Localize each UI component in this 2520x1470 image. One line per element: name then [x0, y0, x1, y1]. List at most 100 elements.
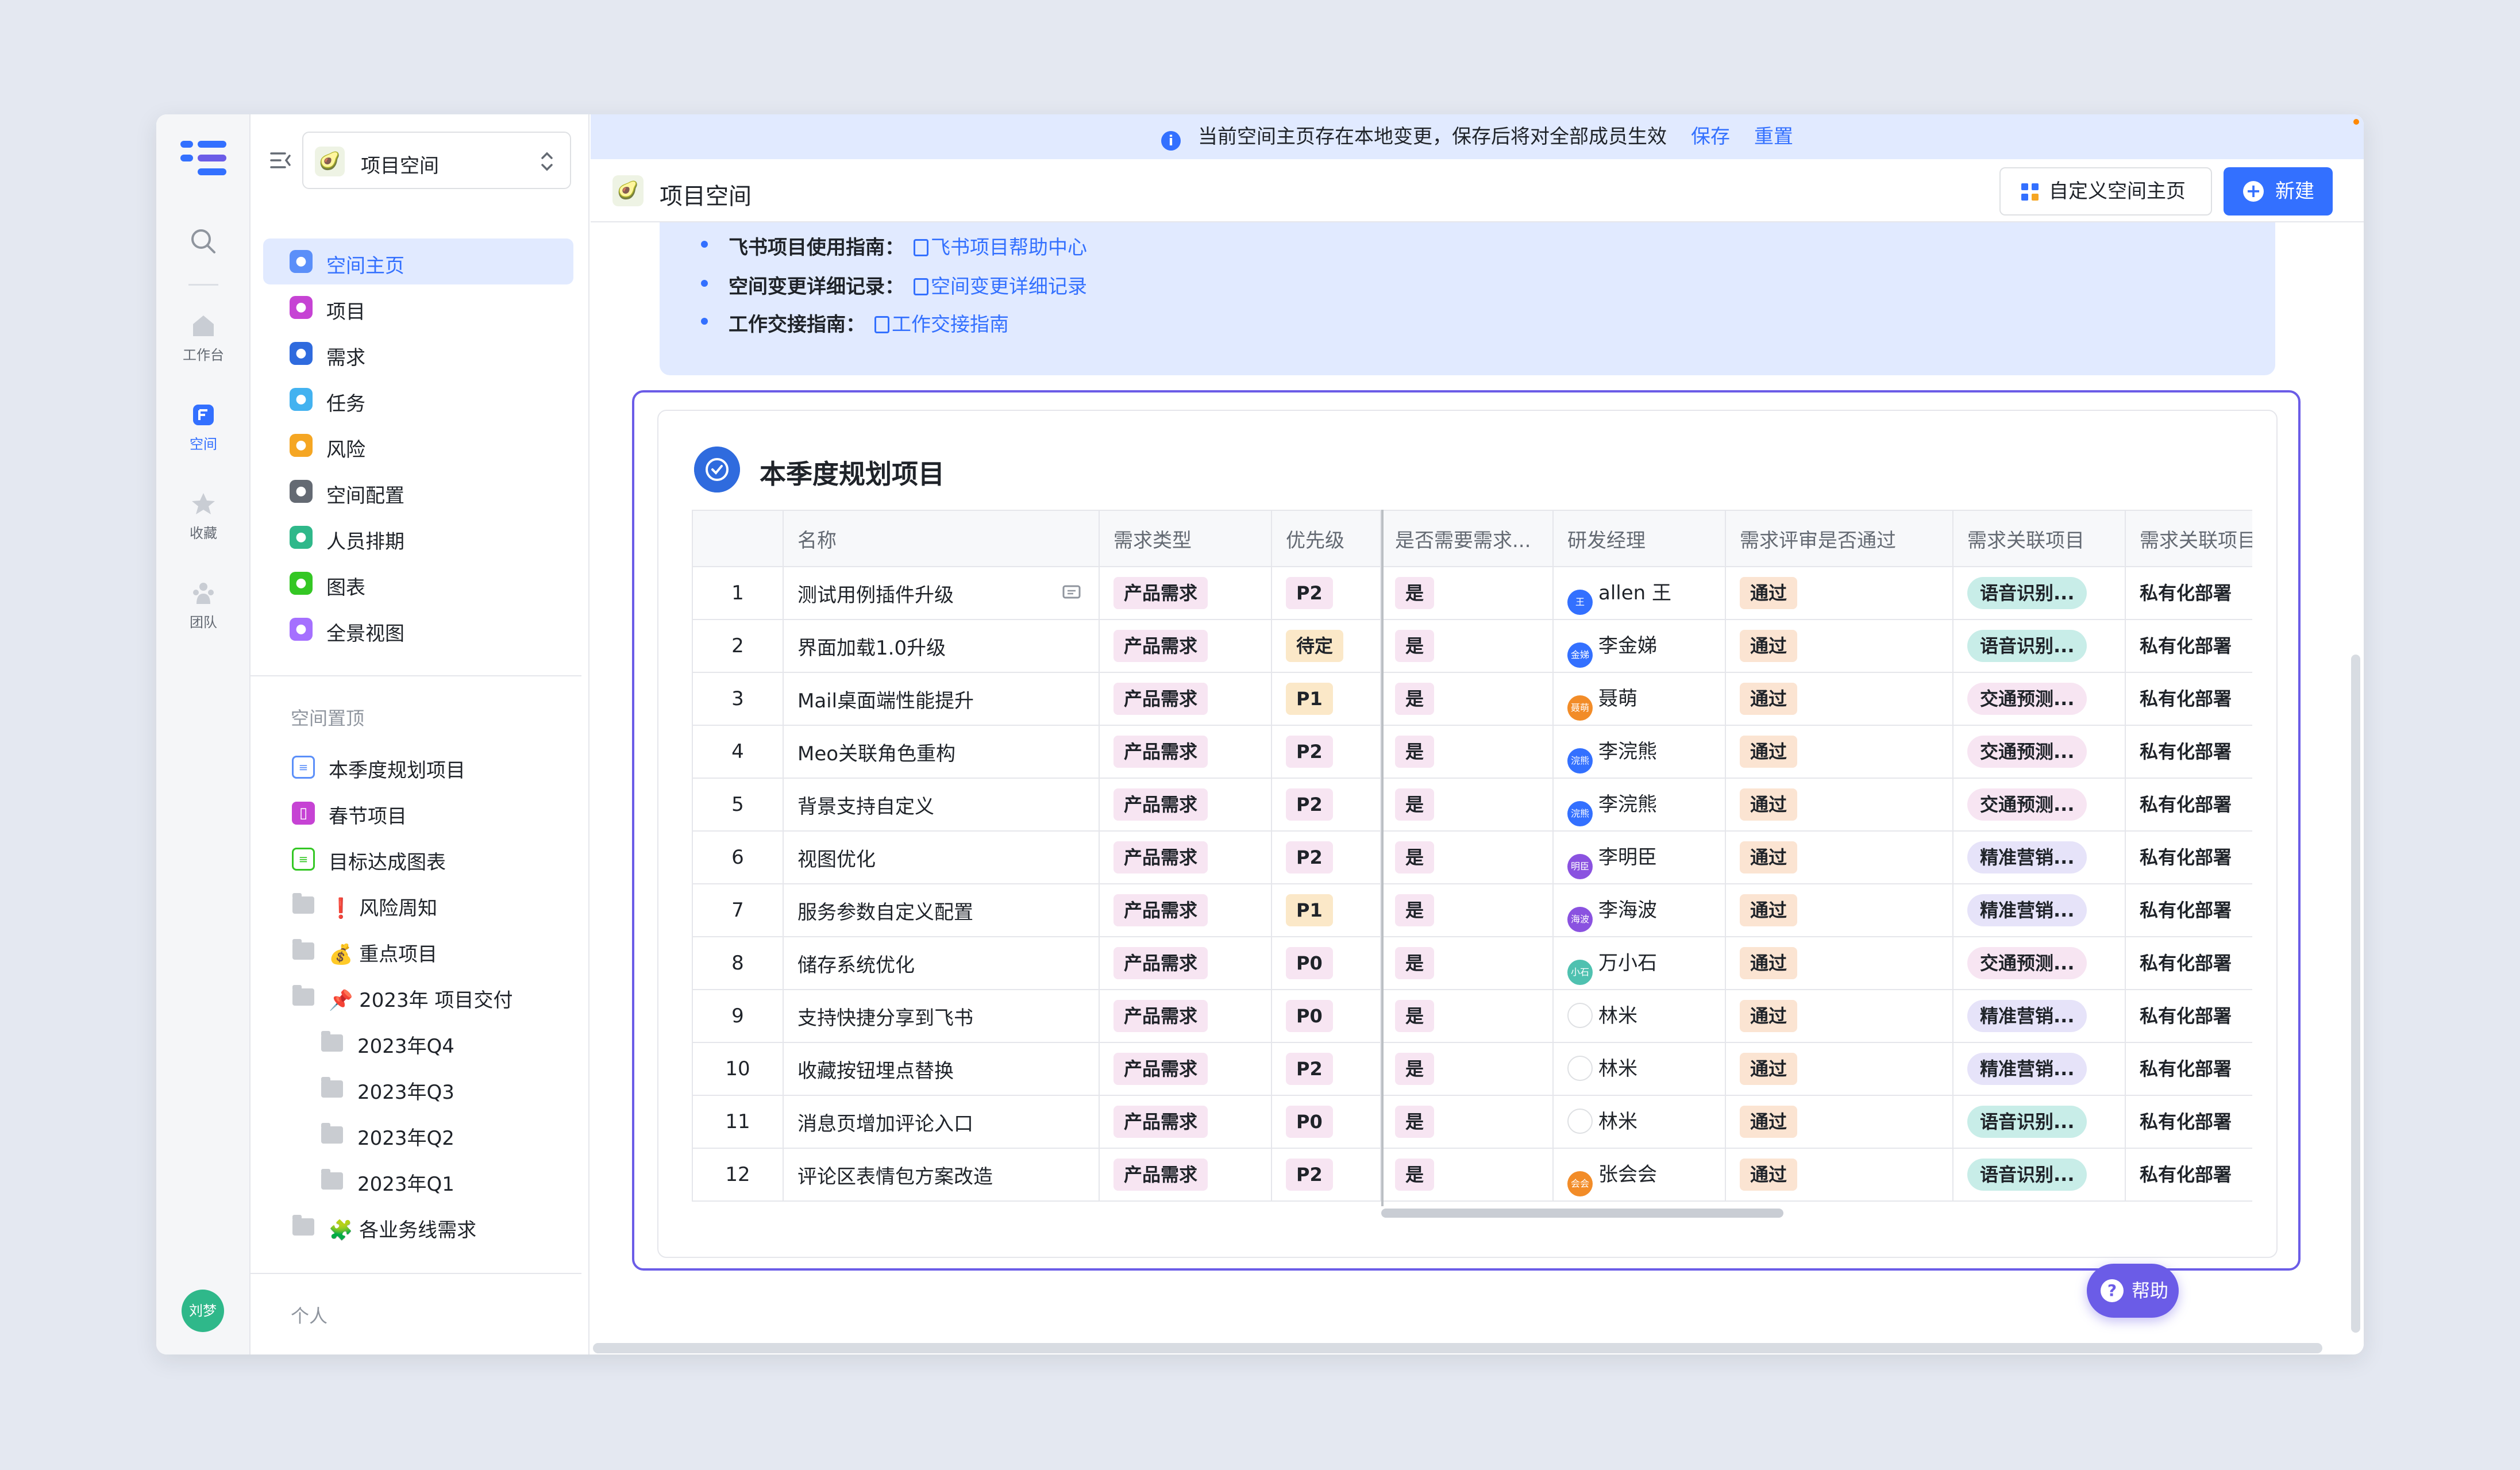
need-cell[interactable]: 是: [1380, 619, 1554, 673]
review-cell[interactable]: 通过: [1725, 725, 1953, 779]
pinned-item[interactable]: 2023年Q1: [263, 1158, 573, 1204]
space-selector[interactable]: 🥑 项目空间: [302, 132, 571, 189]
manager-cell[interactable]: 小石 万小石: [1552, 936, 1726, 990]
need-cell[interactable]: 是: [1380, 566, 1554, 620]
project-cell[interactable]: 交通预测...: [1952, 672, 2126, 726]
project-cell[interactable]: 私有化部署: [2125, 778, 2252, 832]
name-cell[interactable]: 收藏按钮埋点替换: [783, 1042, 1100, 1096]
name-cell[interactable]: 支持快捷分享到飞书: [783, 989, 1100, 1043]
project-cell[interactable]: 私有化部署: [2125, 883, 2252, 937]
review-cell[interactable]: 通过: [1725, 883, 1953, 937]
priority-cell[interactable]: P2: [1271, 1148, 1381, 1202]
item-name[interactable]: Mail桌面端性能提升: [797, 690, 974, 713]
manager-cell[interactable]: 浣熊 李浣熊: [1552, 725, 1726, 779]
manager-cell[interactable]: 林米: [1552, 1095, 1726, 1149]
customize-homepage-button[interactable]: 自定义空间主页: [1999, 167, 2212, 216]
project-cell[interactable]: 私有化部署: [2125, 672, 2252, 726]
project-cell[interactable]: 私有化部署: [2125, 566, 2252, 620]
review-cell[interactable]: 通过: [1725, 619, 1953, 673]
type-cell[interactable]: 产品需求: [1099, 830, 1272, 884]
name-cell[interactable]: 消息页增加评论入口: [783, 1095, 1100, 1149]
manager-cell[interactable]: 林米: [1552, 1042, 1726, 1096]
name-cell[interactable]: 储存系统优化: [783, 936, 1100, 990]
priority-cell[interactable]: P1: [1271, 672, 1381, 726]
table-row[interactable]: 12 评论区表情包方案改造 产品需求 P2 是 会会 张会会 通过 语音识别... 私有化部署: [692, 1148, 2252, 1202]
sidebar-nav-item[interactable]: ● 图表: [263, 560, 573, 606]
user-avatar[interactable]: 刘梦: [182, 1290, 224, 1332]
type-cell[interactable]: 产品需求: [1099, 936, 1272, 990]
column-header[interactable]: [692, 510, 784, 567]
need-cell[interactable]: 是: [1380, 1095, 1554, 1149]
table-row[interactable]: 6 视图优化 产品需求 P2 是 明臣 李明臣 通过 精准营销... 私有化部署: [692, 830, 2252, 884]
need-cell[interactable]: 是: [1380, 1042, 1554, 1096]
guide-link[interactable]: 空间变更详细记录: [914, 275, 1087, 298]
item-name[interactable]: 支持快捷分享到飞书: [797, 1007, 973, 1030]
name-cell[interactable]: 服务参数自定义配置: [783, 883, 1100, 937]
project-cell[interactable]: 语音识别...: [1952, 1148, 2126, 1202]
page-vertical-scrollbar[interactable]: [2351, 655, 2360, 1333]
name-cell[interactable]: 测试用例插件升级: [783, 566, 1100, 620]
project-cell[interactable]: 精准营销...: [1952, 1042, 2126, 1096]
table-row[interactable]: 10 收藏按钮埋点替换 产品需求 P2 是 林米 通过 精准营销... 私有化部署: [692, 1042, 2252, 1096]
project-cell[interactable]: 私有化部署: [2125, 1095, 2252, 1149]
need-cell[interactable]: 是: [1380, 778, 1554, 832]
pinned-item[interactable]: 2023年Q4: [263, 1020, 573, 1066]
manager-cell[interactable]: 聂萌 聂萌: [1552, 672, 1726, 726]
review-cell[interactable]: 通过: [1725, 566, 1953, 620]
sidebar-nav-item[interactable]: ● 空间配置: [263, 468, 573, 514]
manager-cell[interactable]: 王 allen 王: [1552, 566, 1726, 620]
item-name[interactable]: 消息页增加评论入口: [797, 1113, 973, 1136]
save-link[interactable]: 保存: [1691, 125, 1730, 148]
type-cell[interactable]: 产品需求: [1099, 778, 1272, 832]
table-row[interactable]: 2 界面加载1.0升级 产品需求 待定 是 金娣 李金娣 通过 语音识别... 私有化部署: [692, 619, 2252, 673]
new-button[interactable]: + 新建: [2224, 167, 2333, 216]
type-cell[interactable]: 产品需求: [1099, 566, 1272, 620]
item-name[interactable]: 服务参数自定义配置: [797, 901, 973, 924]
project-cell[interactable]: 精准营销...: [1952, 989, 2126, 1043]
priority-cell[interactable]: P2: [1271, 725, 1381, 779]
column-header[interactable]: 需求关联项目: [1952, 510, 2126, 567]
review-cell[interactable]: 通过: [1725, 672, 1953, 726]
name-cell[interactable]: Meo关联角色重构: [783, 725, 1100, 779]
sidebar-nav-item[interactable]: ● 项目: [263, 284, 573, 330]
column-header[interactable]: 名称: [783, 510, 1100, 567]
pinned-item[interactable]: 💰 重点项目: [263, 928, 573, 974]
priority-cell[interactable]: P2: [1271, 566, 1381, 620]
search-icon[interactable]: [188, 226, 218, 256]
sidebar-nav-item[interactable]: ● 全景视图: [263, 606, 573, 652]
project-cell[interactable]: 私有化部署: [2125, 936, 2252, 990]
manager-cell[interactable]: 金娣 李金娣: [1552, 619, 1726, 673]
table-row[interactable]: 4 Meo关联角色重构 产品需求 P2 是 浣熊 李浣熊 通过 交通预测... 私有化部署: [692, 725, 2252, 779]
project-cell[interactable]: 精准营销...: [1952, 883, 2126, 937]
column-header[interactable]: 需求评审是否通过: [1725, 510, 1953, 567]
project-cell[interactable]: 语音识别...: [1952, 1095, 2126, 1149]
priority-cell[interactable]: P0: [1271, 1095, 1381, 1149]
project-cell[interactable]: 交通预测...: [1952, 778, 2126, 832]
priority-cell[interactable]: 待定: [1271, 619, 1381, 673]
item-name[interactable]: 评论区表情包方案改造: [797, 1165, 993, 1188]
type-cell[interactable]: 产品需求: [1099, 619, 1272, 673]
priority-cell[interactable]: P2: [1271, 1042, 1381, 1096]
project-cell[interactable]: 交通预测...: [1952, 725, 2126, 779]
project-cell[interactable]: 私有化部署: [2125, 830, 2252, 884]
type-cell[interactable]: 产品需求: [1099, 1148, 1272, 1202]
table-row[interactable]: 8 储存系统优化 产品需求 P0 是 小石 万小石 通过 交通预测... 私有化部署: [692, 936, 2252, 990]
project-cell[interactable]: 私有化部署: [2125, 725, 2252, 779]
scrollbar-thumb[interactable]: [1381, 1209, 1783, 1218]
guide-link[interactable]: 飞书项目帮助中心: [914, 236, 1087, 259]
type-cell[interactable]: 产品需求: [1099, 989, 1272, 1043]
table-row[interactable]: 1 测试用例插件升级 产品需求 P2 是 王 allen 王 通过 语音识别... 私有化部署: [692, 566, 2252, 620]
need-cell[interactable]: 是: [1380, 1148, 1554, 1202]
reset-link[interactable]: 重置: [1754, 125, 1793, 148]
table-row[interactable]: 11 消息页增加评论入口 产品需求 P0 是 林米 通过 语音识别... 私有化部署: [692, 1095, 2252, 1149]
need-cell[interactable]: 是: [1380, 830, 1554, 884]
item-name[interactable]: 背景支持自定义: [797, 795, 934, 818]
need-cell[interactable]: 是: [1380, 989, 1554, 1043]
rail-item-favorites[interactable]: 收藏: [156, 491, 251, 554]
review-cell[interactable]: 通过: [1725, 830, 1953, 884]
pinned-item[interactable]: ❗ 风险周知: [263, 882, 573, 928]
pinned-item[interactable]: 🧩 各业务线需求: [263, 1204, 573, 1250]
project-cell[interactable]: 精准营销...: [1952, 830, 2126, 884]
manager-cell[interactable]: 明臣 李明臣: [1552, 830, 1726, 884]
type-cell[interactable]: 产品需求: [1099, 883, 1272, 937]
